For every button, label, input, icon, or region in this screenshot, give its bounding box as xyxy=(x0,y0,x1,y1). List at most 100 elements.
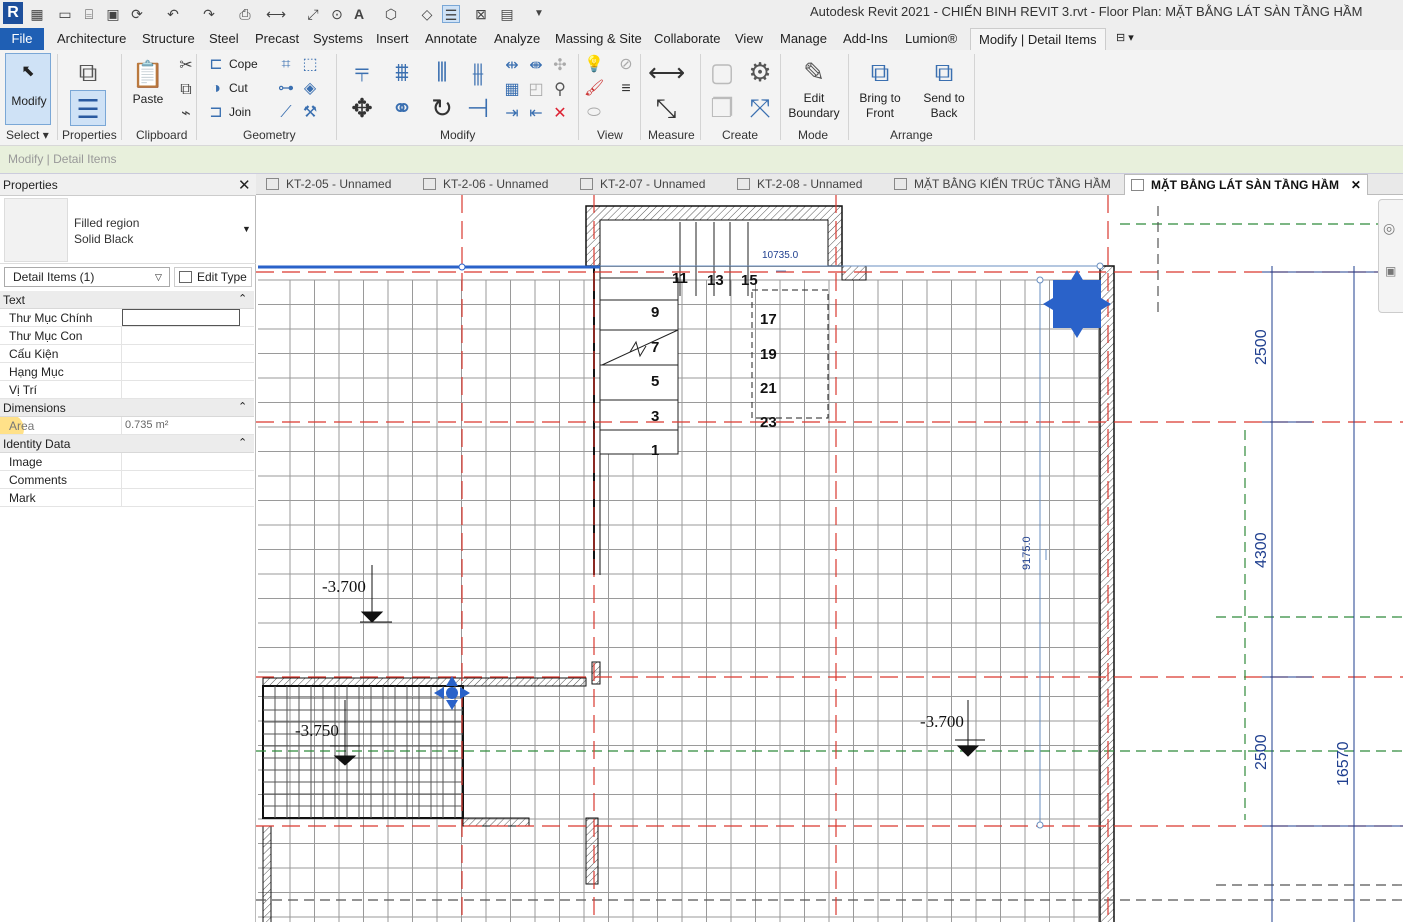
property-value-input[interactable] xyxy=(121,327,254,345)
modify-button[interactable]: ⬉ Modify xyxy=(5,53,51,125)
split-face-icon[interactable]: ⬚ xyxy=(300,55,320,75)
drawing-canvas[interactable]: 11 9 7 5 3 1 13 15 17 19 21 23 10735.0 9… xyxy=(256,195,1403,922)
thin-lines-icon[interactable]: ☰ xyxy=(442,5,460,23)
tab-collaborate[interactable]: Collaborate xyxy=(654,31,721,46)
ribbon-minimize-icon[interactable]: ⊟ ▾ xyxy=(1116,31,1134,44)
cut-geometry-icon[interactable]: ◑ xyxy=(206,79,226,99)
tab-structure[interactable]: Structure xyxy=(142,31,195,46)
hide-isolate-icon[interactable]: 💡 xyxy=(584,55,604,75)
tab-architecture[interactable]: Architecture xyxy=(57,31,126,46)
paste-icon[interactable]: 📋 xyxy=(130,56,166,92)
property-value-input[interactable] xyxy=(121,363,254,381)
selected-detail-line[interactable] xyxy=(258,263,600,271)
demolish-icon[interactable]: ⟋ xyxy=(276,103,296,123)
move-icon[interactable]: ✥ xyxy=(344,90,380,126)
tab-steel[interactable]: Steel xyxy=(209,31,239,46)
tab-insert[interactable]: Insert xyxy=(376,31,409,46)
property-value-input[interactable] xyxy=(121,489,254,507)
edit-boundary-button[interactable]: Edit Boundary xyxy=(784,91,844,121)
edit-boundary-icon[interactable]: ✎ xyxy=(796,54,832,90)
navigation-bar[interactable]: ◎ ▣ xyxy=(1378,199,1403,313)
print-icon[interactable]: ⎙ xyxy=(236,5,254,23)
type-properties-icon[interactable]: ⧉ xyxy=(70,54,106,90)
measure-icon[interactable]: ⟷ xyxy=(266,5,286,23)
split-gap-icon[interactable]: ⇼ xyxy=(526,56,546,76)
send-to-back-button[interactable]: Send to Back xyxy=(916,91,972,121)
floor-plan-drawing[interactable]: 11 9 7 5 3 1 13 15 17 19 21 23 10735.0 9… xyxy=(256,195,1403,922)
3d-view-icon[interactable]: ⬡ xyxy=(382,5,400,23)
tab-annotate[interactable]: Annotate xyxy=(425,31,477,46)
customize-qat-icon[interactable]: ▼ xyxy=(530,5,548,23)
property-value-input[interactable] xyxy=(121,453,254,471)
chevron-down-icon[interactable]: ▼ xyxy=(242,224,251,234)
paste-button-label[interactable]: Paste xyxy=(130,92,166,107)
new-file-icon[interactable]: ▭ xyxy=(56,5,74,23)
aligned-dimension-tool-icon[interactable]: ⤡ xyxy=(648,90,684,126)
linework-icon[interactable]: ≡ xyxy=(616,79,636,99)
close-icon[interactable]: ✕ xyxy=(1351,175,1361,196)
hide-in-view-icon[interactable]: ⊘ xyxy=(616,55,636,75)
send-to-back-icon[interactable]: ⧉ xyxy=(926,54,962,90)
tab-view[interactable]: View xyxy=(735,31,763,46)
properties-icon[interactable]: ☰ xyxy=(70,90,106,126)
join-button[interactable]: Join xyxy=(229,105,251,120)
view-tab-active[interactable]: MẶT BẰNG LÁT SÀN TẦNG HẦM ✕ xyxy=(1124,174,1368,195)
mirror-draw-icon[interactable]: ⫵ xyxy=(460,54,496,90)
paint-icon[interactable]: ◈ xyxy=(300,79,320,99)
view-tab[interactable]: KT-2-05 - Unnamed xyxy=(260,174,391,195)
group-identity-data[interactable]: Identity Data ⌃ xyxy=(0,435,254,453)
close-icon[interactable]: ✕ xyxy=(238,176,251,194)
scale-icon[interactable]: ◰ xyxy=(526,80,546,100)
measure-between-icon[interactable]: ⟷ xyxy=(648,54,685,90)
view-tab[interactable]: KT-2-08 - Unnamed xyxy=(731,174,862,195)
switch-windows-icon[interactable]: ▤ xyxy=(498,5,516,23)
property-value-input[interactable] xyxy=(121,471,254,489)
panel-select-label[interactable]: Select ▾ xyxy=(6,128,49,142)
redo-icon[interactable]: ↷ xyxy=(200,5,218,23)
view-tab[interactable]: MẶT BẰNG KIẾN TRÚC TẦNG HẦM xyxy=(888,174,1111,195)
cut-scissors-icon[interactable]: ✂ xyxy=(176,56,196,76)
rotate-icon[interactable]: ↻ xyxy=(424,90,460,126)
tab-lumion[interactable]: Lumion® xyxy=(905,31,957,46)
cut-button[interactable]: Cut xyxy=(229,81,248,96)
collapse-icon[interactable]: ⌃ xyxy=(238,400,247,413)
chevron-down-icon[interactable]: ▽ xyxy=(155,272,162,283)
tab-modify-detail-items[interactable]: Modify | Detail Items xyxy=(970,28,1106,50)
type-selector[interactable]: Filled region Solid Black ▼ xyxy=(0,196,256,264)
select-box-icon[interactable]: ⬭ xyxy=(584,103,604,123)
property-value-input[interactable] xyxy=(122,309,240,326)
property-value-input[interactable] xyxy=(121,345,254,363)
tab-file[interactable]: File xyxy=(0,28,44,50)
instance-filter-select[interactable]: Detail Items (1) ▽ xyxy=(4,267,170,287)
collapse-icon[interactable]: ⌃ xyxy=(238,292,247,305)
hammer-icon[interactable]: ⚒ xyxy=(300,103,320,123)
view-tab[interactable]: KT-2-07 - Unnamed xyxy=(574,174,705,195)
pin-icon[interactable]: ✣ xyxy=(550,56,570,76)
tab-massing-site[interactable]: Massing & Site xyxy=(555,31,642,46)
property-value-input[interactable] xyxy=(121,381,254,399)
mirror-axis-icon[interactable]: ⫴ xyxy=(424,54,460,90)
group-dimensions[interactable]: Dimensions ⌃ xyxy=(0,399,254,417)
section-icon[interactable]: ◇ xyxy=(418,5,436,23)
open-folder-icon[interactable]: ⌸ xyxy=(80,5,98,23)
match-properties-icon[interactable]: ⌁ xyxy=(176,104,196,124)
wall-joins-icon[interactable]: ⌗ xyxy=(276,55,296,75)
selected-filled-region[interactable] xyxy=(1043,270,1111,338)
copy-elements-icon[interactable]: ⚭ xyxy=(384,90,420,126)
tab-add-ins[interactable]: Add-Ins xyxy=(843,31,888,46)
copy-icon[interactable]: ⧉ xyxy=(176,80,196,100)
undo-icon[interactable]: ↶ xyxy=(164,5,182,23)
join-icon[interactable]: ⊐ xyxy=(206,103,226,123)
view-tab[interactable]: KT-2-06 - Unnamed xyxy=(417,174,548,195)
edit-type-button[interactable]: Edit Type xyxy=(174,267,252,287)
cope-button[interactable]: Cope xyxy=(229,57,258,72)
tab-manage[interactable]: Manage xyxy=(780,31,827,46)
group-text[interactable]: Text ⌃ xyxy=(0,291,254,309)
steering-wheel-icon[interactable]: ◎ xyxy=(1383,220,1395,237)
create-assembly-icon[interactable]: ▢ xyxy=(704,54,740,90)
tab-analyze[interactable]: Analyze xyxy=(494,31,540,46)
text-icon[interactable]: A xyxy=(350,5,368,23)
delete-icon[interactable]: ✕ xyxy=(550,104,570,124)
tab-precast[interactable]: Precast xyxy=(255,31,299,46)
recent-files-icon[interactable]: ▦ xyxy=(28,5,46,23)
